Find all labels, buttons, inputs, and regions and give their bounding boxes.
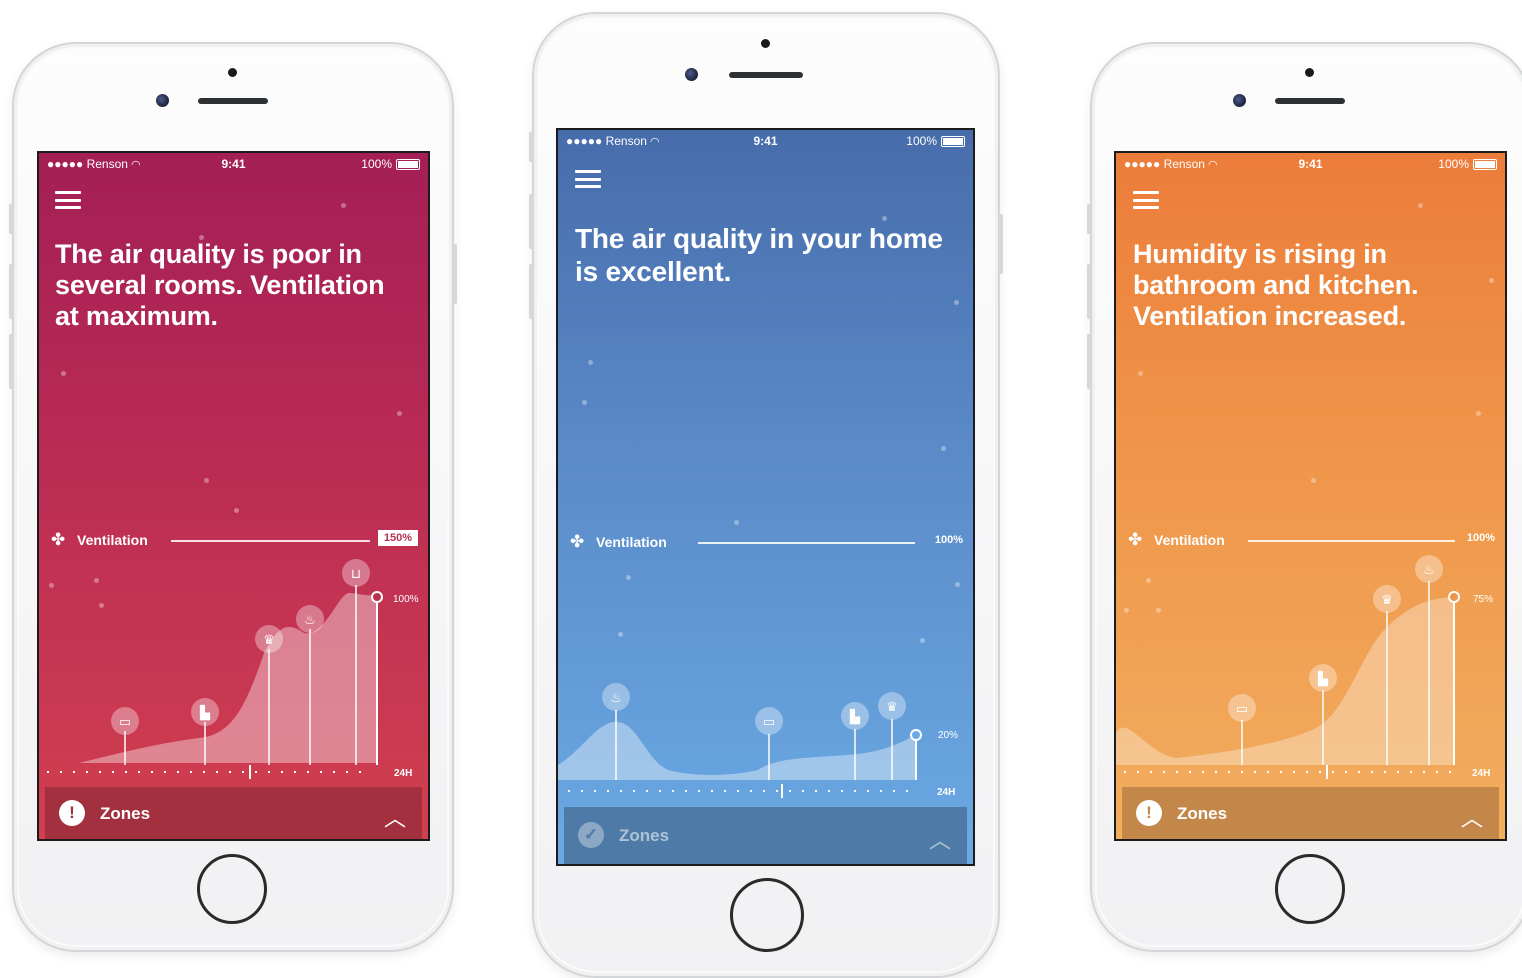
check-icon: ✓ (578, 822, 604, 848)
svg-text:⊔: ⊔ (351, 566, 361, 581)
home-button[interactable] (1275, 854, 1345, 924)
toilet-icon[interactable]: ▙ (1309, 664, 1337, 692)
chef-hat-icon[interactable]: ♛ (1373, 585, 1401, 613)
front-camera-icon (685, 68, 698, 81)
svg-text:▙: ▙ (849, 708, 861, 725)
front-camera-icon (156, 94, 169, 107)
zones-panel[interactable]: ! Zones ︿ (1122, 787, 1499, 839)
zones-panel[interactable]: ✓ Zones ︿ (564, 807, 967, 864)
ventilation-history-chart: ▭ ▙ ♛ ♨ 75% 24H (1116, 555, 1493, 779)
home-button[interactable] (197, 854, 267, 924)
chef-hat-icon[interactable]: ♛ (878, 692, 906, 720)
chevron-up-icon[interactable]: ︿ (384, 801, 406, 833)
svg-text:▭: ▭ (119, 714, 131, 729)
home-button[interactable] (730, 878, 804, 952)
chart-level-label: 100% (393, 594, 419, 605)
ventilation-history-chart: ♨ ▭ ▙ ♛ 20% 24H (558, 683, 958, 798)
svg-text:♛: ♛ (886, 699, 898, 714)
proximity-sensor (1305, 68, 1314, 77)
bath-icon[interactable]: ♨ (1415, 555, 1443, 583)
svg-text:♨: ♨ (1423, 562, 1435, 577)
svg-text:▙: ▙ (1317, 670, 1329, 687)
svg-text:♛: ♛ (263, 632, 275, 647)
sofa-icon[interactable]: ⊔ (342, 559, 370, 587)
svg-text:▭: ▭ (763, 714, 775, 729)
zones-label: Zones (1177, 804, 1228, 823)
phone-right: ●●●●● Renson ◠ 9:41 100% Humidity is risi… (1087, 42, 1522, 952)
svg-text:▙: ▙ (199, 704, 211, 721)
bed-icon[interactable]: ▭ (1228, 694, 1256, 722)
bed-icon[interactable]: ▭ (755, 707, 783, 735)
alert-icon: ! (1136, 800, 1162, 826)
svg-text:▭: ▭ (1236, 701, 1248, 716)
earpiece-speaker (198, 98, 268, 104)
chart-range-label: 24H (394, 768, 412, 779)
chef-hat-icon[interactable]: ♛ (255, 625, 283, 653)
bath-icon[interactable]: ♨ (296, 605, 324, 633)
chart-level-label: 75% (1473, 594, 1493, 605)
svg-text:♨: ♨ (610, 690, 622, 705)
proximity-sensor (761, 39, 770, 48)
chart-level-label: 20% (938, 730, 958, 741)
bed-icon[interactable]: ▭ (111, 707, 139, 735)
zones-label: Zones (619, 826, 670, 845)
app-screen: ●●●●● Renson ◠ 9:41 100% Humidity is risi… (1114, 151, 1507, 841)
earpiece-speaker (1275, 98, 1345, 104)
zones-label: Zones (100, 804, 151, 823)
phone-left: ●●●●● Renson ◠ 9:41 100% The air quality … (9, 42, 457, 952)
front-camera-icon (1233, 94, 1246, 107)
chart-range-label: 24H (1472, 768, 1490, 779)
zones-panel[interactable]: ! Zones ︿ (45, 787, 422, 839)
chart-range-label: 24H (937, 787, 955, 798)
chevron-up-icon[interactable]: ︿ (929, 823, 951, 855)
ventilation-history-chart: ▭ ▙ ♛ ♨ ⊔ 100% 24H (47, 559, 419, 779)
proximity-sensor (228, 68, 237, 77)
alert-icon: ! (59, 800, 85, 826)
svg-text:♛: ♛ (1381, 592, 1393, 607)
toilet-icon[interactable]: ▙ (841, 702, 869, 730)
bath-icon[interactable]: ♨ (602, 683, 630, 711)
app-screen: ●●●●● Renson ◠ 9:41 100% The air quality … (37, 151, 430, 841)
svg-text:♨: ♨ (304, 612, 316, 627)
earpiece-speaker (729, 72, 803, 78)
chevron-up-icon[interactable]: ︿ (1461, 801, 1483, 833)
app-screen: ●●●●● Renson ◠ 9:41 100% The air quality … (556, 128, 975, 866)
toilet-icon[interactable]: ▙ (191, 698, 219, 726)
phone-center: ●●●●● Renson ◠ 9:41 100% The air quality … (529, 12, 1003, 978)
